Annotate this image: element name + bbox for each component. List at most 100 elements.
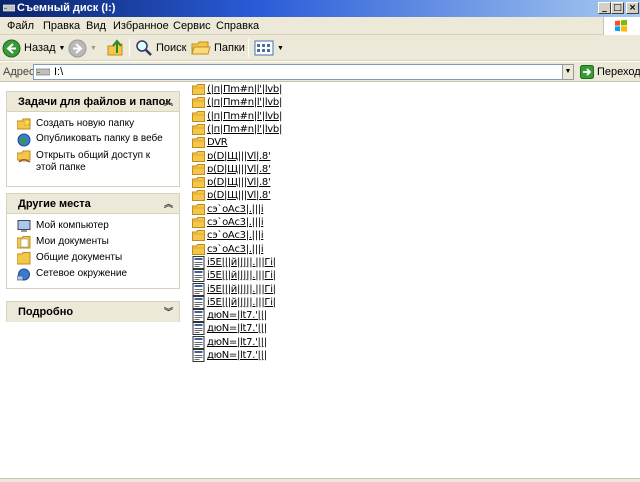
task-pane: Задачи для файлов и папок ︽ Создать нову… xyxy=(0,83,188,482)
go-button[interactable]: Переход xyxy=(580,64,640,80)
address-value: I:\ xyxy=(54,66,64,78)
removable-drive-icon xyxy=(36,68,50,76)
place-label: Общие документы xyxy=(36,252,123,263)
folder-item[interactable]: (|п|Пm#n|l'|lvb| xyxy=(192,83,282,96)
unknown-file-icon xyxy=(192,336,205,349)
item-name: сэ`оАс3|.|||і xyxy=(207,244,264,255)
search-icon xyxy=(136,40,152,56)
file-list: (|п|Пm#n|l'|lvb| (|п|Пm#n|l'|lvb| (|п|Пm#n… xyxy=(192,83,632,478)
address-dropdown-icon[interactable]: ▼ xyxy=(562,64,574,80)
network-icon xyxy=(17,268,30,281)
unknown-file-icon xyxy=(192,349,205,362)
folder-item[interactable]: сэ`оАс3|.|||і xyxy=(192,243,264,256)
back-button[interactable]: Назад ▼ xyxy=(2,35,65,61)
unknown-file-icon xyxy=(192,283,205,296)
item-name: ɒ(D|Щ|||Vl|.8' xyxy=(207,164,271,175)
address-input[interactable]: I:\ xyxy=(33,64,573,80)
folder-icon xyxy=(192,164,205,175)
menu-help[interactable]: Справка xyxy=(216,20,259,32)
folder-icon xyxy=(192,111,205,122)
folder-item[interactable]: (|п|Пm#n|l'|lvb| xyxy=(192,96,282,109)
folder-item[interactable]: ɒ(D|Щ|||Vl|.8' xyxy=(192,176,271,189)
file-item[interactable]: дюN=|lt7.'||| xyxy=(192,309,267,322)
file-tasks-header[interactable]: Задачи для файлов и папок ︽ xyxy=(7,92,179,112)
folder-icon xyxy=(192,190,205,201)
shared-folder-icon xyxy=(17,150,31,163)
shared-documents-icon xyxy=(17,252,31,265)
item-name: ɒ(D|Щ|||Vl|.8' xyxy=(207,151,271,162)
file-item[interactable]: і5Е|||й|||||.|||Гі| xyxy=(192,283,276,296)
collapse-chevron-icon[interactable]: ︽ xyxy=(164,95,173,108)
folder-item[interactable]: ɒ(D|Щ|||Vl|.8' xyxy=(192,189,271,202)
other-places-panel: Другие места ︽ Мой компьютер Мои докумен… xyxy=(6,193,180,289)
item-name: сэ`оАс3|.|||і xyxy=(207,217,264,228)
item-name: і5Е|||й|||||.|||Гі| xyxy=(207,257,276,268)
place-shared-documents[interactable]: Общие документы xyxy=(17,252,171,265)
title-bar[interactable]: Съемный диск (I:) _ □ × xyxy=(0,0,640,17)
folder-item[interactable]: ɒ(D|Щ|||Vl|.8' xyxy=(192,163,271,176)
back-dropdown-icon[interactable]: ▼ xyxy=(59,45,66,52)
item-name: ɒ(D|Щ|||Vl|.8' xyxy=(207,190,271,201)
folder-item[interactable]: ɒ(D|Щ|||Vl|.8' xyxy=(192,150,271,163)
file-item[interactable]: і5Е|||й|||||.|||Гі| xyxy=(192,256,276,269)
forward-button[interactable]: ▼ xyxy=(68,35,97,61)
toolbar: Назад ▼ ▼ Поиск Папки ▼ xyxy=(0,35,640,61)
place-network[interactable]: Сетевое окружение xyxy=(17,268,171,281)
folder-icon xyxy=(192,84,205,95)
unknown-file-icon xyxy=(192,296,205,309)
folder-icon xyxy=(192,244,205,255)
folders-button[interactable]: Папки xyxy=(191,35,245,61)
other-places-header[interactable]: Другие места ︽ xyxy=(7,194,179,214)
file-tasks-panel: Задачи для файлов и папок ︽ Создать нову… xyxy=(6,91,180,187)
views-button[interactable]: ▼ xyxy=(254,35,284,61)
expand-chevron-icon[interactable]: ︾ xyxy=(164,305,173,318)
menu-tools[interactable]: Сервис xyxy=(173,20,211,32)
up-folder-button[interactable] xyxy=(107,35,125,61)
views-dropdown-icon[interactable]: ▼ xyxy=(277,45,284,52)
file-item[interactable]: дюN=|lt7.'||| xyxy=(192,336,267,349)
search-label: Поиск xyxy=(156,42,187,54)
file-item[interactable]: і5Е|||й|||||.|||Гі| xyxy=(192,269,276,282)
task-share-folder[interactable]: Открыть общий доступ к этой папке xyxy=(17,150,171,174)
item-name: дюN=|lt7.'||| xyxy=(207,310,267,321)
file-tasks-title: Задачи для файлов и папок xyxy=(18,96,171,108)
item-name: сэ`оАс3|.|||і xyxy=(207,230,264,241)
place-my-computer[interactable]: Мой компьютер xyxy=(17,220,171,233)
folder-icon xyxy=(192,124,205,135)
details-header[interactable]: Подробно ︾ xyxy=(7,302,179,322)
unknown-file-icon xyxy=(192,269,205,282)
task-new-folder[interactable]: Создать новую папку xyxy=(17,118,171,130)
details-title: Подробно xyxy=(18,306,74,318)
file-item[interactable]: дюN=|lt7.'||| xyxy=(192,322,267,335)
place-my-documents[interactable]: Мои документы xyxy=(17,236,171,249)
item-name: і5Е|||й|||||.|||Гі| xyxy=(207,284,276,295)
menu-file[interactable]: Файл xyxy=(7,20,34,32)
unknown-file-icon xyxy=(192,322,205,335)
file-item[interactable]: дюN=|lt7.'||| xyxy=(192,349,267,362)
forward-dropdown-icon[interactable]: ▼ xyxy=(90,45,97,52)
folders-label: Папки xyxy=(214,42,245,54)
new-folder-icon xyxy=(17,118,31,130)
task-publish-web[interactable]: Опубликовать папку в вебе xyxy=(17,133,171,147)
folder-item[interactable]: сэ`оАс3|.|||і xyxy=(192,229,264,242)
windows-logo xyxy=(603,17,640,35)
folder-item[interactable]: сэ`оАс3|.|||і xyxy=(192,216,264,229)
item-name: дюN=|lt7.'||| xyxy=(207,337,267,348)
collapse-chevron-icon[interactable]: ︽ xyxy=(164,197,173,210)
file-item[interactable]: і5Е|||й|||||.|||Гі| xyxy=(192,296,276,309)
place-label: Мой компьютер xyxy=(36,220,109,231)
folder-item[interactable]: (|п|Пm#n|l'|lvb| xyxy=(192,123,282,136)
menu-favorites[interactable]: Избранное xyxy=(113,20,169,32)
menu-edit[interactable]: Правка xyxy=(43,20,80,32)
minimize-button[interactable]: _ xyxy=(598,2,611,14)
task-label: Опубликовать папку в вебе xyxy=(36,133,163,144)
search-button[interactable]: Поиск xyxy=(135,35,186,61)
menu-bar: Файл Правка Вид Избранное Сервис Справка xyxy=(0,17,640,35)
folder-item[interactable]: DVR xyxy=(192,136,228,149)
place-label: Сетевое окружение xyxy=(36,268,128,279)
folder-item[interactable]: (|п|Пm#n|l'|lvb| xyxy=(192,110,282,123)
close-button[interactable]: × xyxy=(626,2,639,14)
folder-item[interactable]: сэ`оАс3|.|||і xyxy=(192,203,264,216)
menu-view[interactable]: Вид xyxy=(86,20,106,32)
maximize-button[interactable]: □ xyxy=(611,2,624,14)
